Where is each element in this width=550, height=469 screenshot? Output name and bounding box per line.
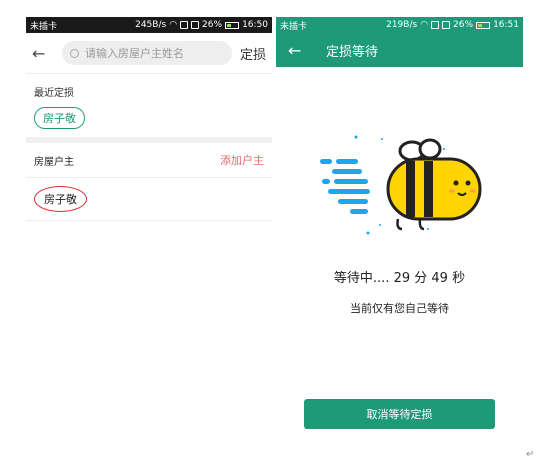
back-arrow-icon[interactable]: ← [32,44,54,63]
recent-section-label: 最近定损 [34,88,74,99]
corner-mark: ↵ [526,449,535,460]
sim-icon [180,21,189,29]
search-header: ← 请输入房屋户主姓名 定损 [26,33,272,74]
bee-illustration [320,135,482,235]
network-speed: 245B/s [135,20,167,30]
waiting-timer: 等待中.... 29 分 49 秒 [333,271,466,286]
bee-icon [386,138,482,231]
carrier-label: 未插卡 [280,21,308,32]
battery-icon [225,21,240,29]
clock: 16:50 [242,20,268,30]
status-bar: 未插卡 219B/s ◠ 26% 16:51 [276,17,523,33]
sim2-icon [442,21,451,29]
carrier-label: 未插卡 [30,21,58,32]
list-item[interactable]: 房子敬 [26,178,272,221]
add-owner-button[interactable]: 添加户主 [220,152,264,168]
search-icon [70,48,79,58]
right-screen: 未插卡 219B/s ◠ 26% 16:51 ← 定损等待 等待中.... 29… [276,17,523,455]
sim-icon [431,21,440,29]
recent-chip[interactable]: 房子敬 [34,107,85,129]
owner-header: 房屋户主 添加户主 [26,143,272,178]
back-arrow-icon[interactable]: ← [288,41,312,60]
sim2-icon [191,21,200,29]
cancel-wait-button[interactable]: 取消等待定损 [304,399,495,429]
owner-name: 房子敬 [34,186,87,212]
owner-section-label: 房屋户主 [34,156,74,168]
wifi-icon: ◠ [420,19,429,30]
search-placeholder: 请输入房屋户主姓名 [85,47,184,60]
title-bar: ← 定损等待 [276,33,523,67]
search-input[interactable]: 请输入房屋户主姓名 [62,41,232,65]
assess-button[interactable]: 定损 [240,44,266,63]
clock: 16:51 [493,20,519,30]
speed-lines-icon [320,159,370,214]
left-screen: 未插卡 245B/s ◠ 26% 16:50 ← 请输入房屋户主姓名 定损 最近… [26,17,272,455]
battery-percent: 26% [202,20,223,30]
queue-note: 当前仅有您自己等待 [350,302,449,315]
wifi-icon: ◠ [169,19,178,30]
battery-icon [476,21,491,29]
network-speed: 219B/s [386,20,418,30]
status-bar: 未插卡 245B/s ◠ 26% 16:50 [26,17,272,33]
battery-percent: 26% [453,20,474,30]
page-title: 定损等待 [326,44,379,60]
